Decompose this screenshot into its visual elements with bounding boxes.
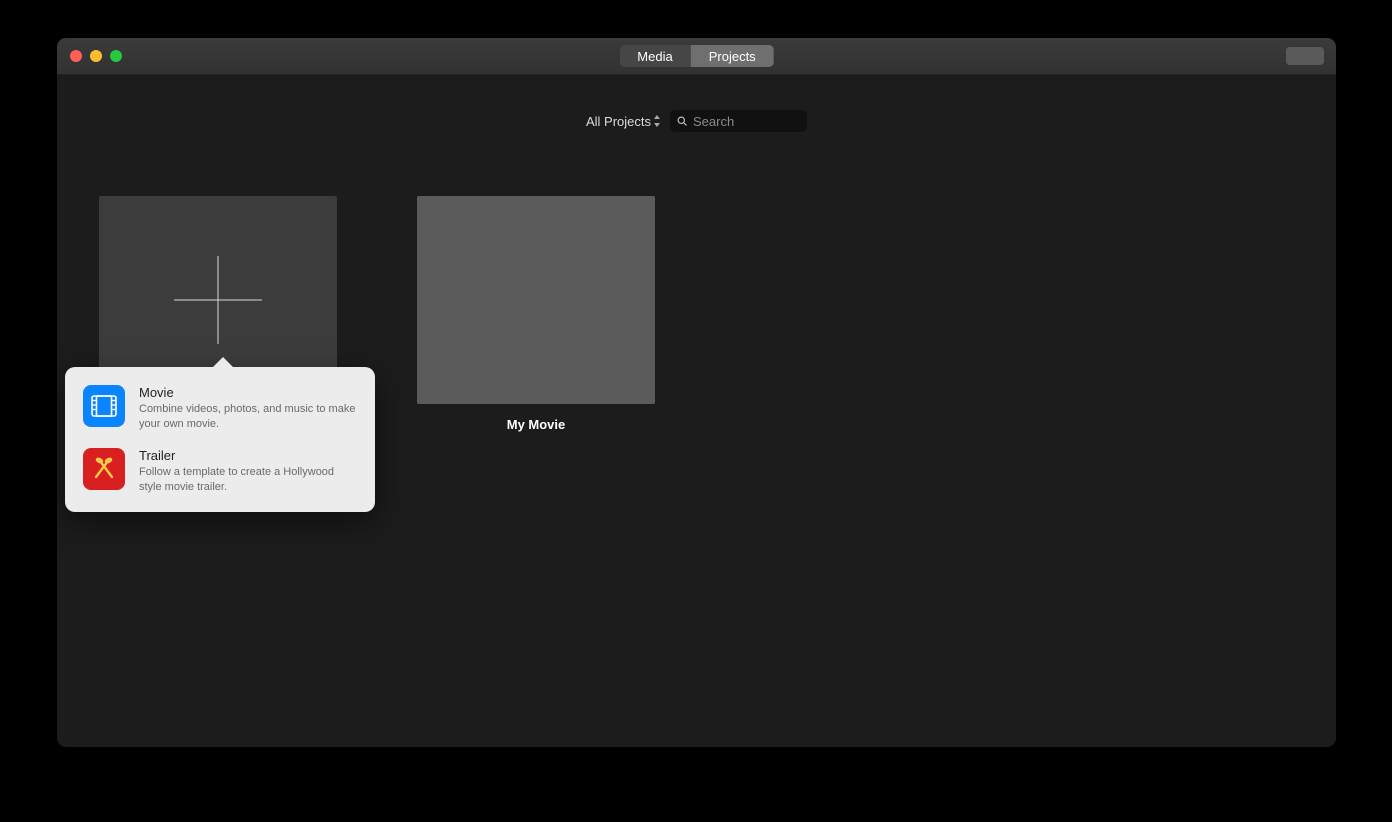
tab-media[interactable]: Media (619, 45, 690, 67)
search-icon (676, 115, 688, 127)
project-title: My Movie (417, 417, 655, 432)
create-trailer-title: Trailer (139, 448, 357, 463)
create-movie-desc: Combine videos, photos, and music to mak… (139, 402, 357, 432)
search-field[interactable] (670, 110, 807, 132)
projects-filter-dropdown[interactable]: All Projects (586, 114, 662, 129)
filter-row: All Projects (57, 101, 1336, 141)
create-trailer-option[interactable]: Trailer Follow a template to create a Ho… (65, 440, 375, 503)
project-thumbnail[interactable] (417, 196, 655, 404)
project-tile[interactable]: My Movie (417, 196, 655, 737)
filter-dropdown-label: All Projects (586, 114, 651, 129)
trailer-icon (83, 448, 125, 490)
create-movie-text: Movie Combine videos, photos, and music … (139, 385, 357, 432)
window-close-button[interactable] (70, 50, 82, 62)
tab-projects[interactable]: Projects (691, 45, 774, 67)
search-input[interactable] (693, 114, 801, 129)
plus-icon (174, 256, 262, 344)
create-movie-option[interactable]: Movie Combine videos, photos, and music … (65, 377, 375, 440)
movie-icon (83, 385, 125, 427)
updown-arrows-icon (653, 115, 662, 127)
create-movie-title: Movie (139, 385, 357, 400)
create-trailer-text: Trailer Follow a template to create a Ho… (139, 448, 357, 495)
app-window: Media Projects All Projects My Movie (57, 38, 1336, 747)
titlebar: Media Projects (57, 38, 1336, 75)
window-zoom-button[interactable] (110, 50, 122, 62)
toolbar-button-right[interactable] (1286, 47, 1324, 65)
create-trailer-desc: Follow a template to create a Hollywood … (139, 465, 357, 495)
traffic-lights (57, 50, 122, 62)
create-menu-popover: Movie Combine videos, photos, and music … (65, 367, 375, 512)
window-minimize-button[interactable] (90, 50, 102, 62)
view-segmented-control: Media Projects (619, 45, 773, 67)
